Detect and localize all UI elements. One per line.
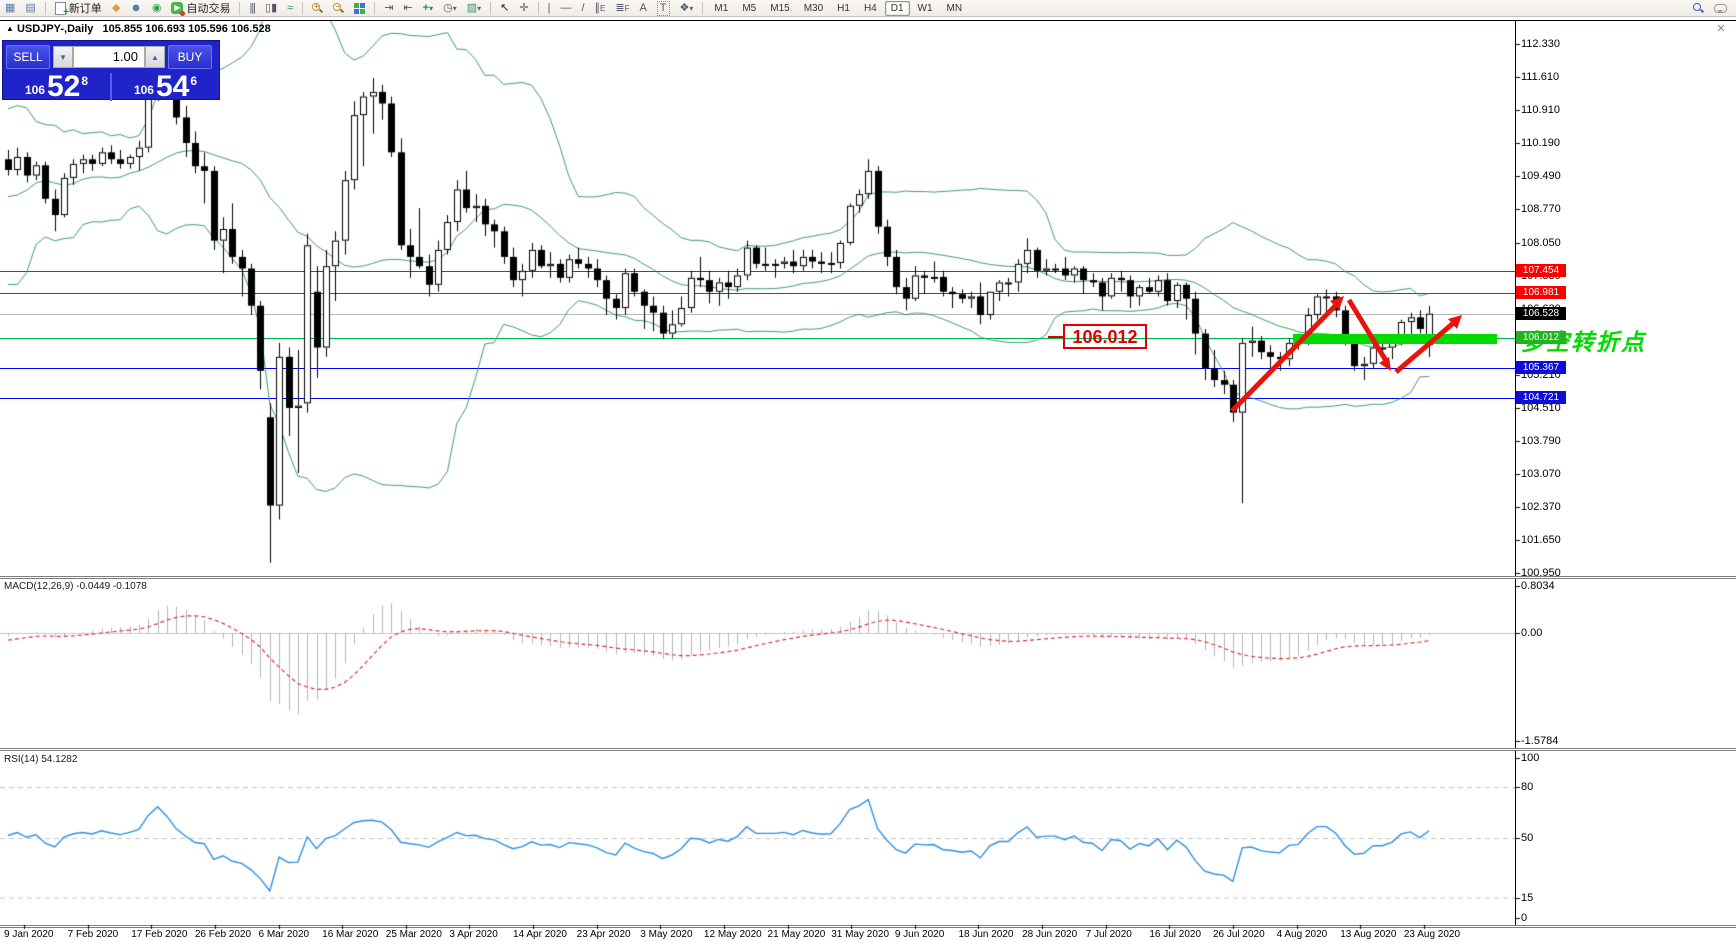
sell-price-big: 52 bbox=[46, 70, 81, 103]
y-axis-tick: 111.610 bbox=[1521, 71, 1560, 84]
x-axis-date: 31 May 2020 bbox=[831, 929, 890, 940]
y-axis-tick: 109.490 bbox=[1521, 170, 1561, 182]
y-axis-tick: 103.790 bbox=[1521, 434, 1561, 447]
x-axis-date: 7 Jul 2020 bbox=[1085, 929, 1132, 940]
ohlc-values: 105.855 106.693 105.596 106.528 bbox=[102, 23, 271, 35]
sell-price-handle: 106 bbox=[24, 83, 45, 97]
macd-axis-tick: 0.8034 bbox=[1521, 580, 1555, 592]
price-tag-106.981: 106.981 bbox=[1516, 286, 1566, 299]
y-axis-tick: 102.370 bbox=[1521, 500, 1561, 513]
buy-price-pip: 6 bbox=[190, 74, 198, 88]
x-axis-date: 26 Feb 2020 bbox=[194, 929, 252, 940]
y-axis-tick: 110.910 bbox=[1521, 104, 1560, 116]
x-axis-date: 16 Mar 2020 bbox=[322, 929, 379, 940]
rsi-axis-tick: 80 bbox=[1521, 781, 1534, 793]
x-axis-date: 25 Mar 2020 bbox=[385, 929, 442, 940]
rsi-axis-tick: 0 bbox=[1521, 912, 1528, 924]
up-trend-arrow-1[interactable] bbox=[1230, 296, 1344, 413]
volume-input[interactable]: 1.00 bbox=[73, 46, 145, 68]
volume-down-stepper[interactable]: ▼ bbox=[53, 46, 73, 68]
x-axis-date: 18 Jun 2020 bbox=[958, 929, 1014, 940]
price-tag-105.367: 105.367 bbox=[1516, 361, 1566, 374]
x-axis-date: 12 May 2020 bbox=[703, 929, 762, 940]
buy-price[interactable]: 106 54 6 bbox=[112, 70, 219, 103]
sell-price-pip: 8 bbox=[81, 74, 89, 88]
rsi-label: RSI(14) 54.1282 bbox=[4, 754, 78, 765]
x-axis-date: 17 Feb 2020 bbox=[131, 929, 188, 940]
price-tag-106.528: 106.528 bbox=[1516, 307, 1566, 320]
symbol-period-label: USDJPY-,Daily bbox=[16, 23, 94, 35]
x-axis-date: 9 Jan 2020 bbox=[4, 929, 54, 940]
y-axis-tick: 100.950 bbox=[1521, 566, 1561, 579]
macd-axis-tick: -1.5784 bbox=[1521, 735, 1559, 747]
rsi-axis-tick: 15 bbox=[1521, 892, 1534, 904]
x-axis-date: 23 Apr 2020 bbox=[576, 929, 631, 940]
pivot-price-label[interactable]: 106.012 bbox=[1063, 324, 1147, 349]
price-tag-106.012: 106.012 bbox=[1516, 331, 1566, 344]
x-axis-date: 4 Aug 2020 bbox=[1276, 929, 1328, 940]
x-axis-date: 23 Aug 2020 bbox=[1403, 929, 1461, 940]
y-axis-tick: 108.770 bbox=[1521, 203, 1561, 216]
volume-up-stepper[interactable]: ▲ bbox=[145, 46, 165, 68]
up-trend-arrow-2[interactable] bbox=[1394, 315, 1462, 374]
y-axis-tick: 112.330 bbox=[1521, 38, 1560, 50]
one-click-trading-panel: SELL ▼ 1.00 ▲ BUY 106 52 8 106 54 6 bbox=[2, 40, 220, 103]
y-axis-tick: 108.050 bbox=[1521, 236, 1561, 249]
chart-title: ▲ USDJPY-,Daily 105.855 106.693 105.596 … bbox=[6, 23, 271, 35]
x-axis-date: 28 Jun 2020 bbox=[1022, 929, 1078, 940]
buy-price-handle: 106 bbox=[133, 83, 154, 97]
x-axis-date: 3 May 2020 bbox=[640, 929, 693, 940]
price-tag-104.721: 104.721 bbox=[1516, 391, 1566, 404]
x-axis-date: 16 Jul 2020 bbox=[1149, 929, 1202, 940]
rsi-axis-tick: 50 bbox=[1521, 832, 1534, 844]
x-axis-date: 3 Apr 2020 bbox=[449, 929, 498, 940]
mt4-application: ▦ ▤ + 新订单 ◆ ☻ ◉ ▶ 自动交易 ||| ▯▮ ≈ + − ⇥ ⇤ … bbox=[0, 0, 1736, 941]
x-axis-date: 21 May 2020 bbox=[767, 929, 826, 940]
rsi-axis-tick: 100 bbox=[1521, 752, 1540, 764]
x-axis-date: 6 Mar 2020 bbox=[258, 929, 310, 940]
trend-arrows-overlay bbox=[1230, 296, 1462, 413]
x-axis-date: 7 Feb 2020 bbox=[67, 929, 119, 940]
x-axis-date: 26 Jul 2020 bbox=[1212, 929, 1265, 940]
y-axis-tick: 103.070 bbox=[1521, 468, 1561, 481]
x-axis-date: 13 Aug 2020 bbox=[1340, 929, 1397, 940]
price-label-leader bbox=[1048, 336, 1063, 338]
macd-axis-tick: 0.00 bbox=[1521, 627, 1543, 639]
price-tag-107.454: 107.454 bbox=[1516, 264, 1566, 277]
sell-button[interactable]: SELL bbox=[6, 45, 50, 69]
down-trend-arrow[interactable] bbox=[1346, 298, 1391, 371]
y-axis-tick: 101.650 bbox=[1521, 534, 1561, 547]
buy-button[interactable]: BUY bbox=[168, 45, 212, 69]
one-click-collapse-icon[interactable]: ▲ bbox=[6, 24, 14, 33]
buy-price-big: 54 bbox=[155, 70, 190, 103]
x-axis-date: 9 Jun 2020 bbox=[894, 929, 945, 940]
y-axis-tick: 110.190 bbox=[1521, 137, 1560, 150]
x-axis-date: 14 Apr 2020 bbox=[513, 929, 567, 940]
macd-label: MACD(12,26,9) -0.0449 -0.1078 bbox=[4, 581, 147, 592]
sell-price[interactable]: 106 52 8 bbox=[3, 70, 112, 103]
